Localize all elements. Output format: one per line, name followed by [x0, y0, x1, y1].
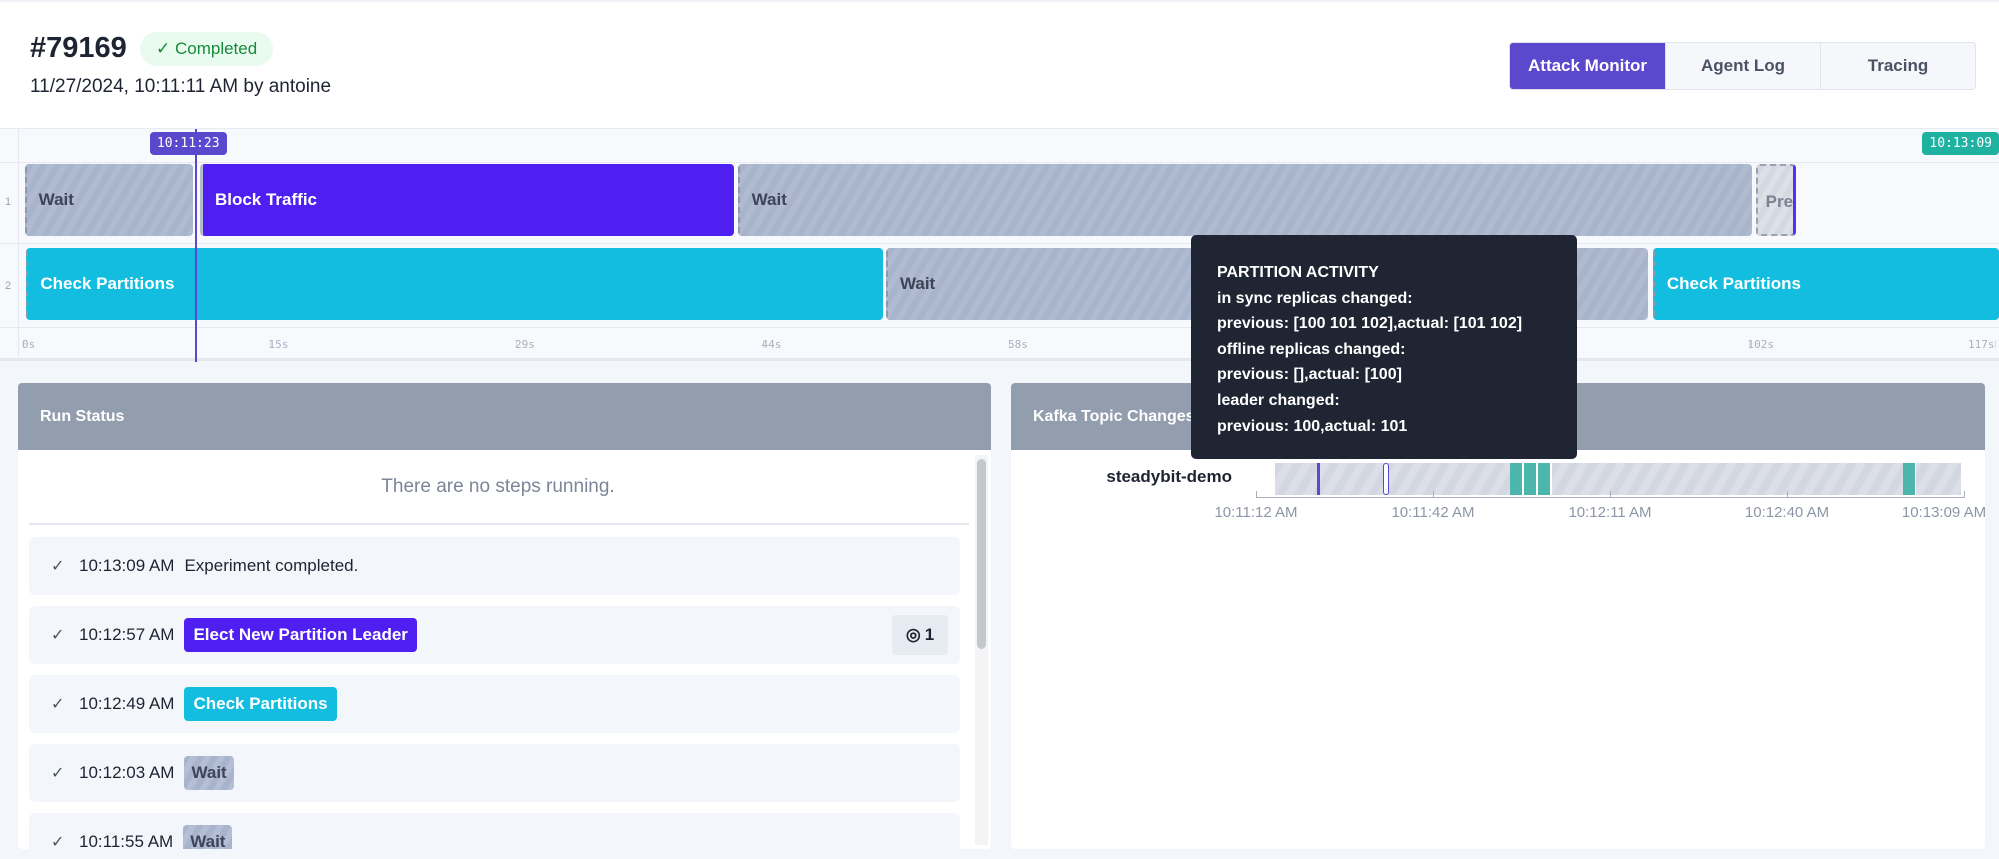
topic-label: steadybit-demo — [1106, 467, 1232, 486]
scrollbar-thumb[interactable] — [977, 459, 986, 649]
tooltip-line: previous: [],actual: [100] — [1217, 366, 1402, 384]
item-time: 10:12:03 AM — [79, 763, 175, 782]
axis-tick-label: 44s — [761, 338, 782, 351]
axis-tick — [1256, 491, 1257, 498]
tooltip-line: PARTITION ACTIVITY — [1217, 264, 1379, 281]
item-time: 10:12:49 AM — [79, 694, 175, 713]
row-divider — [0, 162, 1999, 163]
step-tag-check[interactable]: Check Partitions — [184, 687, 337, 721]
marker-activity[interactable] — [1510, 463, 1553, 495]
topic-activity-bar[interactable] — [1275, 463, 1961, 495]
list-item[interactable]: ✓ 10:12:49 AM Check Partitions — [29, 675, 960, 733]
run-subtitle: 11/27/2024, 10:11:11 AM by antoine — [30, 76, 332, 97]
marker-selected[interactable] — [1383, 463, 1390, 495]
axis-tick — [1433, 491, 1434, 498]
axis-tick-label: 117s — [1968, 338, 1995, 351]
marker-activity[interactable] — [1903, 463, 1916, 495]
tooltip-line: in sync replicas changed: — [1217, 289, 1413, 307]
axis-tick — [1787, 491, 1788, 498]
target-count: 1 — [924, 625, 935, 644]
targets-badge[interactable]: ◎ 1 — [892, 615, 948, 655]
tooltip-line: previous: 100,actual: 101 — [1217, 417, 1408, 435]
view-tabs: Attack Monitor Agent Log Tracing — [1509, 42, 1976, 90]
axis-label: 10:13:09 AM — [1901, 504, 1985, 521]
axis-label: 10:11:42 AM — [1391, 504, 1475, 521]
item-text: Experiment completed. — [184, 556, 359, 575]
row-divider — [0, 243, 1999, 244]
list-item[interactable]: ✓ 10:13:09 AM Experiment completed. — [29, 537, 960, 595]
cursor-time-label: 10:11:23 — [149, 132, 227, 155]
tooltip-line: offline replicas changed: — [1217, 340, 1406, 358]
panel-title: Run Status — [18, 383, 991, 450]
axis-tick — [1995, 340, 1996, 348]
axis-label: 10:11:12 AM — [1214, 504, 1298, 521]
check-icon: ✓ — [51, 627, 65, 644]
marker-cursor[interactable] — [1316, 463, 1320, 495]
axis-tick-label: 29s — [515, 338, 535, 351]
axis-label: 10:12:40 AM — [1744, 504, 1830, 521]
timeline-step-wait[interactable]: Wait — [737, 164, 1753, 236]
lane-number: 2 — [5, 280, 12, 292]
target-icon: ◎ — [905, 625, 921, 644]
check-icon: ✓ — [51, 696, 65, 713]
experiment-timeline[interactable]: 1 2 Wait Block Traffic Wait Pre Check Partit… — [0, 128, 1999, 362]
step-tag-wait[interactable]: Wait — [183, 825, 233, 849]
step-tag-attack[interactable]: Elect New Partition Leader — [184, 618, 417, 652]
list-item[interactable]: ✓ 10:12:57 AM Elect New Partition Leader ◎ 1 — [29, 606, 960, 664]
tab-attack-monitor[interactable]: Attack Monitor — [1510, 43, 1665, 89]
item-time: 10:11:55 AM — [79, 832, 174, 849]
item-time: 10:12:57 AM — [79, 625, 175, 644]
list-item[interactable]: ✓ 10:11:55 AM Wait — [29, 813, 960, 849]
tab-agent-log[interactable]: Agent Log — [1665, 43, 1820, 89]
axis-label: 10:12:11 AM — [1568, 504, 1652, 521]
item-time: 10:13:09 AM — [79, 556, 175, 575]
lane-number: 1 — [5, 196, 12, 208]
status-badge: ✓ Completed — [140, 32, 274, 66]
run-status-panel: Run Status There are no steps running. ✓… — [18, 383, 991, 849]
scrollbar[interactable] — [975, 455, 988, 845]
end-time-label: 10:13:09 — [1922, 132, 1999, 155]
axis-tick-label: 0s — [22, 338, 36, 351]
step-tag-wait[interactable]: Wait — [184, 756, 234, 790]
check-icon: ✓ — [156, 39, 175, 58]
axis-tick — [1610, 491, 1611, 498]
check-icon: ✓ — [51, 834, 65, 849]
axis-tick — [1964, 491, 1965, 498]
tab-tracing[interactable]: Tracing — [1820, 43, 1975, 89]
tooltip-line: leader changed: — [1217, 391, 1340, 409]
timeline-step-check[interactable]: Check Partitions — [1652, 248, 1999, 320]
run-id: #79169 — [30, 32, 127, 64]
list-item[interactable]: ✓ 10:12:03 AM Wait — [29, 744, 960, 802]
run-header: #79169 ✓ Completed 11/27/2024, 10:11:11 … — [0, 0, 1999, 128]
timeline-step-check[interactable]: Check Partitions — [26, 248, 883, 320]
axis-tick-label: 15s — [268, 338, 289, 351]
axis-tick-label: 102s — [1747, 338, 1775, 351]
tooltip-line: previous: [100 101 102],actual: [101 102… — [1217, 315, 1523, 333]
timeline-step-attack[interactable]: Block Traffic — [199, 164, 735, 236]
divider — [29, 523, 969, 525]
timeline-step-pre[interactable]: Pre — [1755, 164, 1797, 236]
row-divider — [0, 327, 1999, 328]
timeline-step-wait[interactable]: Wait — [24, 164, 194, 236]
empty-state: There are no steps running. — [381, 476, 615, 497]
axis-tick-label: 58s — [1008, 338, 1028, 351]
time-cursor[interactable] — [194, 129, 197, 362]
check-icon: ✓ — [51, 558, 65, 575]
check-icon: ✓ — [51, 765, 65, 782]
partition-activity-tooltip: PARTITION ACTIVITY in sync replicas chang… — [1191, 235, 1577, 459]
